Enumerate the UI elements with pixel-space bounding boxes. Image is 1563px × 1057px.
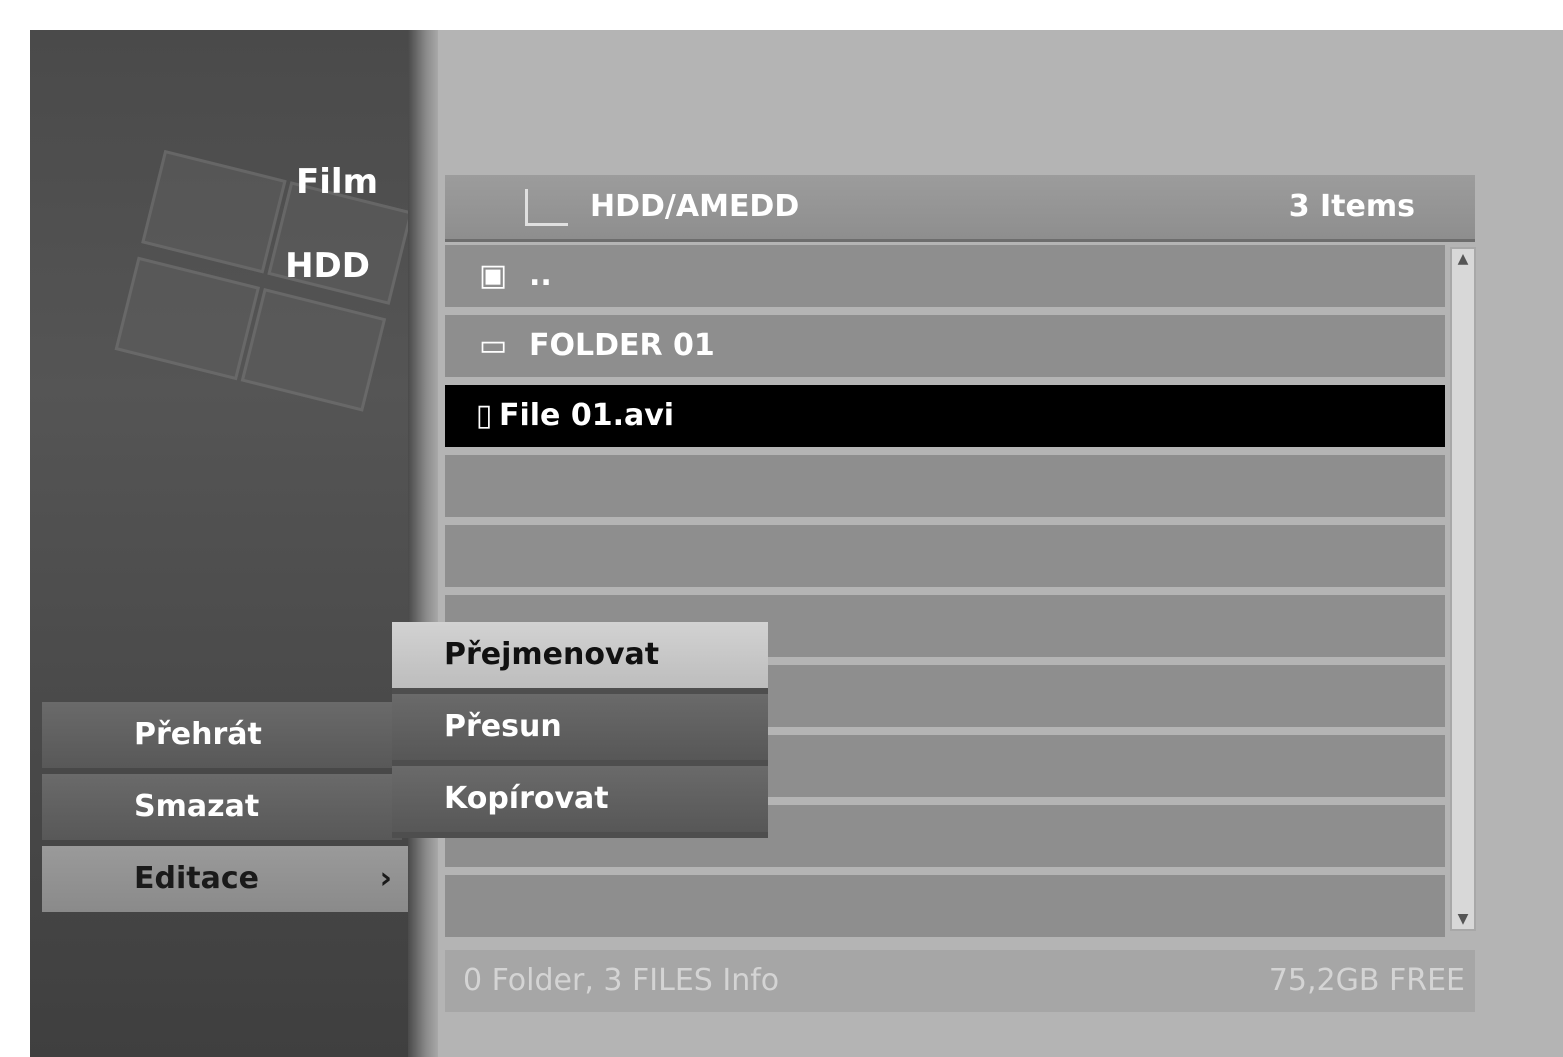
film-frame (240, 288, 387, 412)
status-bar: 0 Folder, 3 FILES Info 75,2GB FREE (445, 950, 1475, 1012)
left-panel: Film HDD Přehrát Smazat Editace › (30, 30, 414, 1057)
item-count: 3 Items (1288, 189, 1415, 224)
menu-item-label: Přehrát (134, 717, 262, 752)
scroll-up-icon[interactable]: ▲ (1454, 251, 1472, 267)
section-label-hdd: HDD (285, 246, 370, 286)
list-item-empty (445, 455, 1445, 517)
file-list: ▣ .. ▭ FOLDER 01 ▯ File 01.avi (445, 245, 1445, 945)
chevron-right-icon: › (379, 861, 392, 896)
list-item-file[interactable]: ▯ File 01.avi (445, 385, 1445, 447)
list-item-folder[interactable]: ▭ FOLDER 01 (445, 315, 1445, 377)
scrollbar[interactable]: ▲ ▼ (1450, 247, 1476, 931)
current-path: HDD/AMEDD (590, 189, 800, 224)
list-item-empty (445, 525, 1445, 587)
folder-icon (525, 189, 568, 226)
section-label-film: Film (296, 162, 378, 202)
browser-header: HDD/AMEDD 3 Items (445, 175, 1475, 242)
scroll-down-icon[interactable]: ▼ (1454, 911, 1472, 927)
menu-item-edit[interactable]: Editace › (42, 846, 414, 912)
menu-item-delete[interactable]: Smazat (42, 774, 402, 840)
folder-icon: ▭ (478, 328, 508, 363)
list-item-label: .. (529, 258, 552, 293)
submenu-item-move[interactable]: Přesun (392, 694, 768, 760)
folder-file-info: 0 Folder, 3 FILES Info (463, 963, 780, 998)
dvd-recorder-screen: Film HDD Přehrát Smazat Editace › HDD/AM… (30, 30, 1563, 1057)
file-icon: ▯ (475, 398, 493, 433)
menu-item-label: Editace (134, 861, 259, 896)
list-item-label: FOLDER 01 (529, 328, 715, 363)
edit-submenu: Přejmenovat Přesun Kopírovat (392, 622, 768, 838)
menu-item-play[interactable]: Přehrát (42, 702, 402, 768)
panel-divider (408, 30, 438, 1057)
list-item-parent[interactable]: ▣ .. (445, 245, 1445, 307)
parent-folder-icon: ▣ (478, 258, 508, 293)
submenu-item-copy[interactable]: Kopírovat (392, 766, 768, 832)
list-item-empty (445, 875, 1445, 937)
main-menu: Přehrát Smazat Editace › (42, 702, 414, 918)
submenu-item-rename[interactable]: Přejmenovat (392, 622, 768, 688)
free-space: 75,2GB FREE (1268, 963, 1465, 998)
list-item-label: File 01.avi (499, 398, 675, 433)
menu-item-label: Smazat (134, 789, 260, 824)
